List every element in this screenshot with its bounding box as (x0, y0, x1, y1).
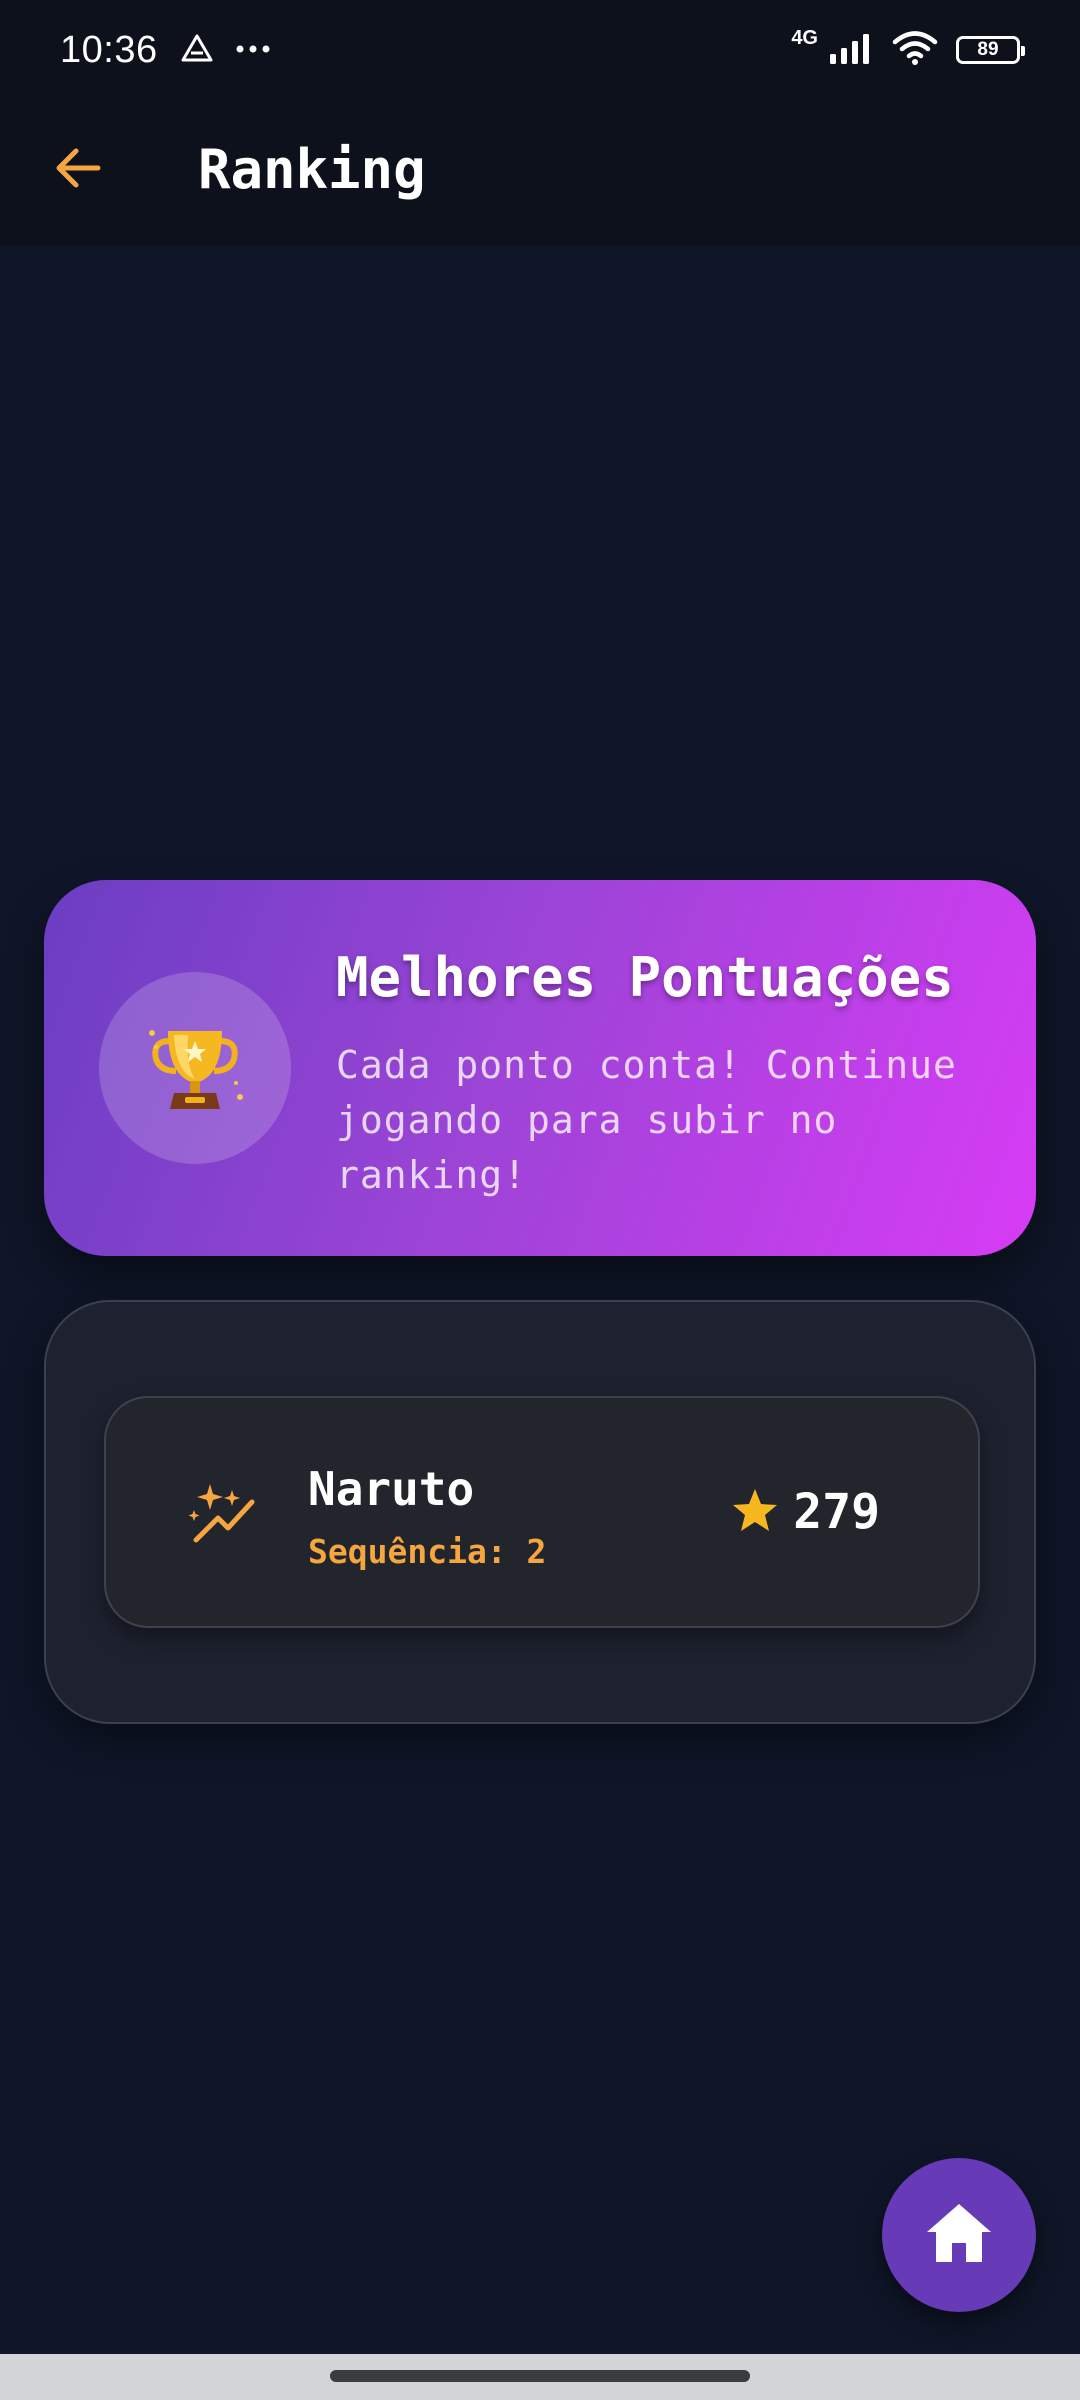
sparkle-trend-icon (186, 1480, 258, 1544)
banner-subtitle: Cada ponto conta! Continue jogando para … (336, 1043, 957, 1197)
best-scores-banner: Melhores Pontuações Cada ponto conta! Co… (44, 880, 1036, 1256)
star-icon (731, 1487, 779, 1537)
player-streak: Sequência: 2 (308, 1532, 547, 1571)
more-dots-icon (236, 41, 270, 59)
network-type: 4G (791, 26, 818, 49)
home-button[interactable] (882, 2158, 1036, 2312)
wifi-icon (892, 30, 938, 70)
player-score: 279 (793, 1484, 880, 1540)
status-bar: 10:36 4G 89 (0, 0, 1080, 100)
trophy-badge (99, 972, 291, 1164)
drive-icon (180, 33, 214, 68)
battery-level: 89 (977, 39, 999, 60)
player-name: Naruto (308, 1462, 475, 1516)
home-icon (924, 2201, 994, 2269)
arrow-left-icon (54, 146, 102, 194)
leaderboard-panel: Naruto Sequência: 2 279 (44, 1300, 1036, 1724)
status-time: 10:36 (60, 28, 158, 71)
app-bar: Ranking (0, 100, 1080, 246)
leaderboard-entry[interactable]: Naruto Sequência: 2 279 (104, 1396, 980, 1628)
banner-title: Melhores Pontuações (336, 946, 954, 1009)
system-nav-bar (0, 2354, 1080, 2400)
gesture-handle[interactable] (330, 2370, 750, 2382)
back-button[interactable] (48, 140, 108, 200)
score-group: 279 (731, 1484, 880, 1540)
signal-icon (828, 32, 874, 69)
battery-icon: 89 (956, 36, 1025, 64)
trophy-icon (140, 1011, 250, 1125)
page-title: Ranking (198, 138, 426, 201)
